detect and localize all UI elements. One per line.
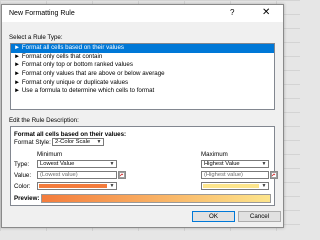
format-style-value: 2-Color Scale [55, 139, 91, 145]
rule-type-item-unique-duplicate[interactable]: ► Format only unique or duplicate values [11, 79, 274, 88]
minimum-value-field[interactable]: (Lowest value) [37, 171, 117, 179]
preview-row: Preview: [14, 194, 271, 203]
maximum-type-value: Highest Value [204, 161, 240, 167]
rule-type-item-above-below-average[interactable]: ► Format only values that are above or b… [11, 70, 274, 79]
chevron-down-icon: ▼ [261, 161, 267, 167]
ok-button[interactable]: OK [192, 211, 235, 222]
rule-type-item-all-cells[interactable]: ► Format all cells based on their values [11, 44, 274, 53]
maximum-color-swatch [203, 184, 259, 188]
new-formatting-rule-dialog: New Formatting Rule ? ✕ Select a Rule Ty… [1, 4, 284, 228]
color-label: Color: [14, 183, 31, 190]
value-label: Value: [14, 172, 32, 179]
cancel-button[interactable]: Cancel [238, 211, 281, 222]
minimum-type-value: Lowest Value [40, 161, 75, 167]
type-label: Type: [14, 161, 30, 168]
preview-label: Preview: [14, 195, 40, 202]
maximum-range-picker-icon[interactable] [270, 171, 278, 179]
minimum-color-swatch [39, 184, 107, 188]
rule-description-panel: Format all cells based on their values: … [10, 126, 278, 206]
chevron-down-icon: ▼ [108, 183, 116, 189]
chevron-down-icon: ▼ [109, 161, 115, 167]
dialog-title: New Formatting Rule [9, 10, 75, 17]
rule-type-label: Select a Rule Type: [9, 34, 63, 41]
maximum-label: Maximum [201, 151, 228, 158]
rule-type-item-top-bottom[interactable]: ► Format only top or bottom ranked value… [11, 61, 274, 70]
preview-gradient-bar [41, 194, 271, 203]
maximum-value-field[interactable]: (Highest value) [201, 171, 269, 179]
close-icon[interactable]: ✕ [262, 7, 270, 18]
dialog-titlebar: New Formatting Rule ? ✕ [2, 5, 283, 22]
minimum-range-picker-icon[interactable] [118, 171, 126, 179]
help-icon[interactable]: ? [230, 8, 234, 17]
format-style-label: Format Style: [14, 139, 51, 146]
minimum-label: Minimum [37, 151, 63, 158]
rule-type-item-formula[interactable]: ► Use a formula to determine which cells… [11, 87, 274, 96]
chevron-down-icon: ▼ [260, 183, 268, 189]
rule-description-label: Edit the Rule Description: [9, 117, 79, 124]
minimum-type-dropdown[interactable]: Lowest Value ▼ [37, 160, 117, 168]
minimum-color-dropdown[interactable]: ▼ [37, 182, 117, 190]
maximum-type-dropdown[interactable]: Highest Value ▼ [201, 160, 269, 168]
description-heading: Format all cells based on their values: [14, 131, 127, 138]
rule-type-list[interactable]: ► Format all cells based on their values… [10, 43, 275, 110]
format-style-dropdown[interactable]: 2-Color Scale ▼ [52, 138, 104, 146]
rule-type-item-cells-contain[interactable]: ► Format only cells that contain [11, 53, 274, 62]
maximum-color-dropdown[interactable]: ▼ [201, 182, 269, 190]
chevron-down-icon: ▼ [96, 139, 102, 145]
